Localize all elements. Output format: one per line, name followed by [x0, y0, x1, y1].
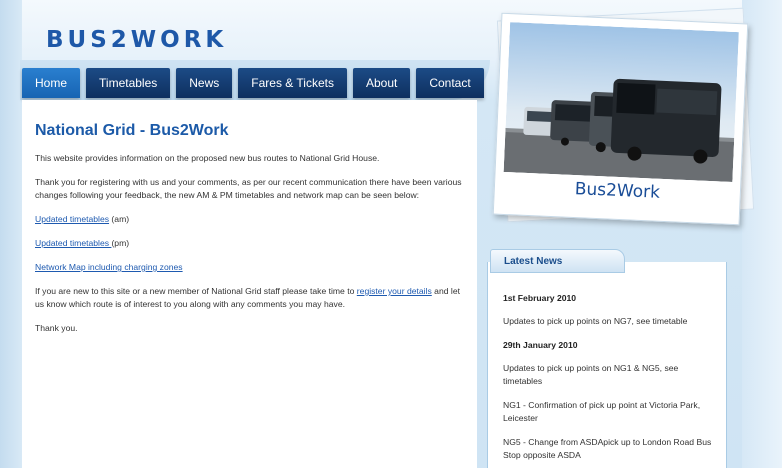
thank-you-text: Thank you. — [35, 323, 78, 333]
page: BUS2WORK Home Timetables News Fares & Ti… — [0, 0, 782, 468]
news-item[interactable]: NG5 - Change from ASDApick up to London … — [503, 436, 718, 462]
am-label: (am) — [109, 214, 130, 224]
logo-text-2: 2 — [110, 27, 131, 53]
logo-text-bus: BUS — [46, 27, 111, 53]
nav-news[interactable]: News — [176, 68, 233, 98]
register-link[interactable]: register your details — [357, 286, 432, 296]
thanks-text: Thank you for registering with us and yo… — [35, 177, 462, 200]
main-nav: Home Timetables News Fares & Tickets Abo… — [22, 68, 484, 98]
pm-timetable-link[interactable]: Updated timetables — [35, 238, 111, 248]
network-map-link[interactable]: Network Map including charging zones — [35, 262, 183, 272]
promo-photo-card: Bus2Work — [492, 12, 749, 226]
bus-photo — [503, 22, 739, 182]
news-date: 1st February 2010 — [503, 293, 577, 303]
main-content: National Grid - Bus2Work This website pr… — [22, 100, 477, 468]
news-list: 1st February 2010 Updates to pick up poi… — [503, 292, 718, 468]
nav-about[interactable]: About — [352, 68, 411, 98]
right-border — [742, 0, 782, 468]
pm-label: (pm) — [111, 238, 130, 248]
latest-news-heading: Latest News — [490, 249, 625, 273]
left-border — [0, 0, 22, 468]
logo-text-work: WORK — [130, 27, 228, 53]
nav-home[interactable]: Home — [22, 68, 81, 98]
nav-fares-tickets[interactable]: Fares & Tickets — [238, 68, 347, 98]
intro-text: This website provides information on the… — [35, 153, 380, 163]
new-member-prefix: If you are new to this site or a new mem… — [35, 286, 357, 296]
am-timetable-row: Updated timetables (am) — [35, 213, 465, 226]
network-map-row: Network Map including charging zones — [35, 261, 465, 274]
news-item[interactable]: Updates to pick up points on NG7, see ti… — [503, 315, 718, 328]
nav-timetables[interactable]: Timetables — [86, 68, 171, 98]
am-timetable-link[interactable]: Updated timetables — [35, 214, 109, 224]
site-logo[interactable]: BUS2WORK — [46, 27, 227, 53]
news-date: 29th January 2010 — [503, 340, 578, 350]
news-item[interactable]: NG1 - Confirmation of pick up point at V… — [503, 399, 718, 425]
nav-contact[interactable]: Contact — [416, 68, 484, 98]
news-item[interactable]: Updates to pick up points on NG1 & NG5, … — [503, 362, 718, 388]
page-title: National Grid - Bus2Work — [35, 122, 229, 139]
bus-photo-image — [503, 22, 739, 182]
pm-timetable-row: Updated timetables (pm) — [35, 237, 465, 250]
new-member-text: If you are new to this site or a new mem… — [35, 285, 465, 311]
